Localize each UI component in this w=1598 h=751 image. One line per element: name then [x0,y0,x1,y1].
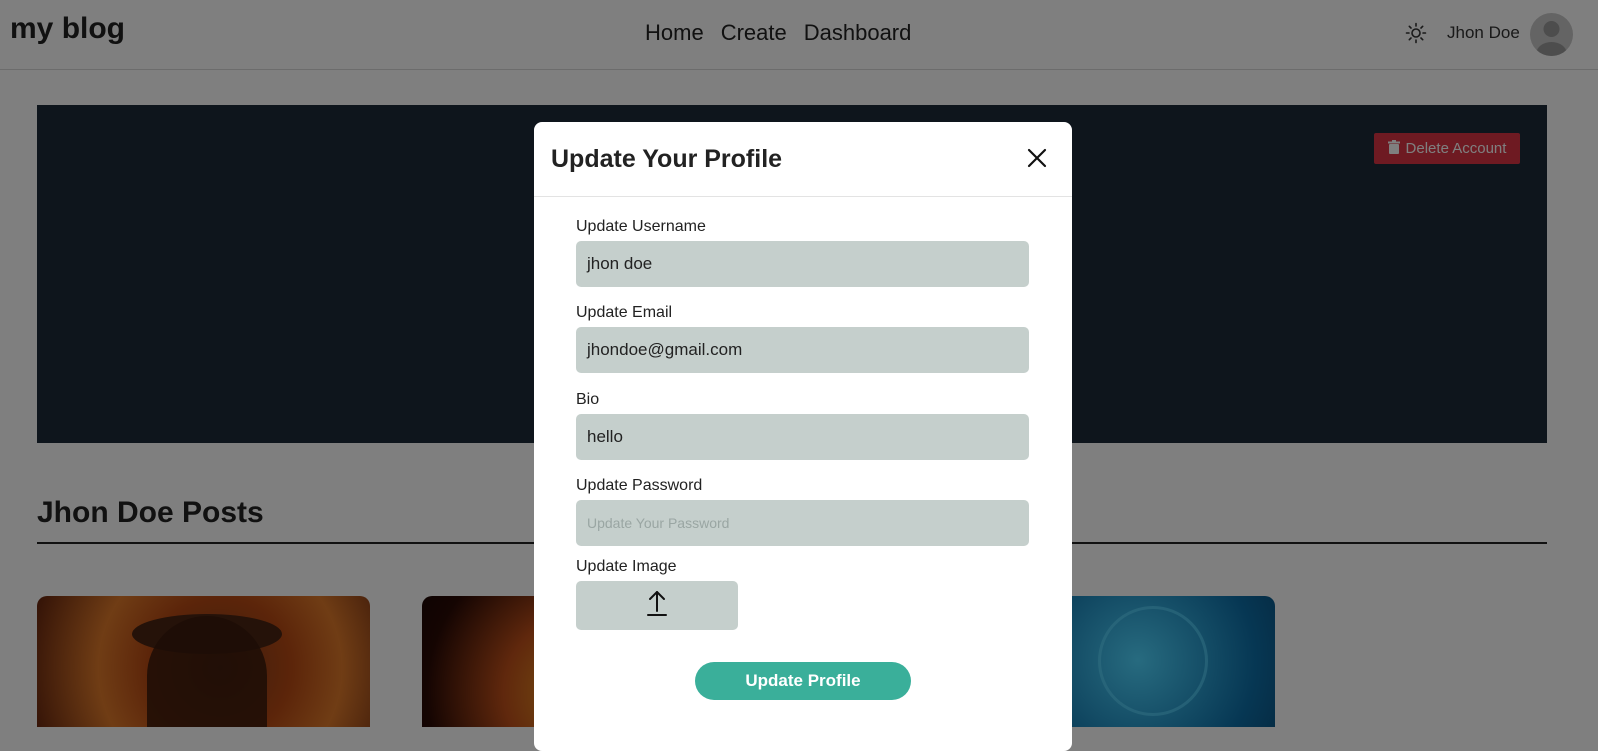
email-input[interactable]: jhondoe@gmail.com [576,327,1029,373]
upload-image-button[interactable] [576,581,738,630]
bio-label: Bio [576,391,600,408]
modal-header: Update Your Profile [534,122,1072,197]
image-label: Update Image [576,558,677,575]
email-label: Update Email [576,304,673,321]
password-label: Update Password [576,477,703,494]
update-profile-button[interactable]: Update Profile [695,662,911,700]
username-input[interactable]: jhon doe [576,241,1029,287]
update-profile-modal: Update Your Profile Update Username jhon… [534,122,1072,751]
upload-icon [646,589,668,622]
password-input[interactable]: Update Your Password [576,500,1029,546]
bio-input[interactable]: hello [576,414,1029,460]
username-label: Update Username [576,218,706,235]
close-icon[interactable] [1025,146,1049,170]
modal-title: Update Your Profile [551,145,783,173]
